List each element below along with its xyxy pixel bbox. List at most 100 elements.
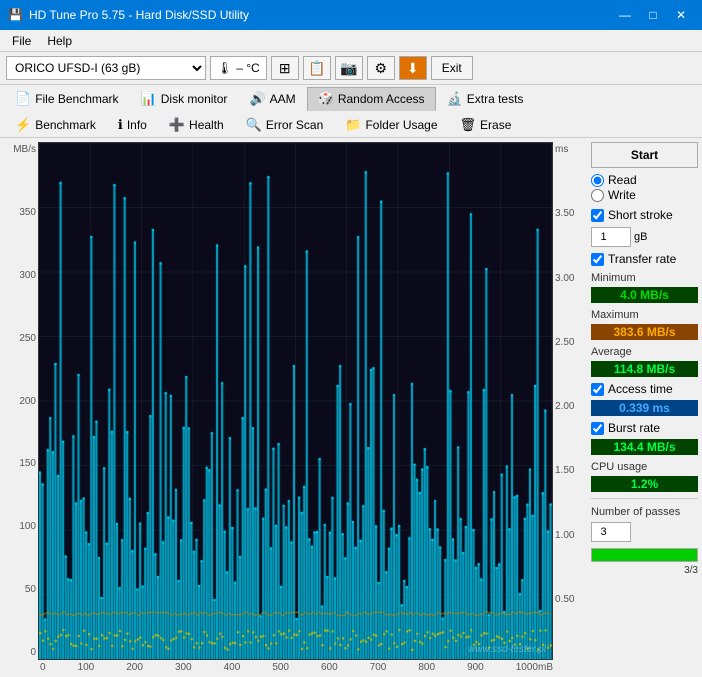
tabs-row-2: ⚡ Benchmark ℹ Info ➕ Health 🔍 Error Scan…: [0, 111, 702, 137]
toolbar: ORICO UFSD-I (63 gB) 🌡 – °C ⊞ 📋 📷 ⚙ ⬇ Ex…: [0, 52, 702, 85]
tabs-row-1: 📄 File Benchmark 📊 Disk monitor 🔊 AAM 🎲 …: [0, 85, 702, 111]
x-label-400: 400: [224, 662, 241, 673]
tab-info[interactable]: ℹ Info: [107, 113, 158, 137]
pass-bar-container: [591, 548, 698, 562]
x-label-500: 500: [272, 662, 289, 673]
write-label: Write: [608, 188, 636, 202]
short-stroke-spinbox[interactable]: [591, 227, 631, 247]
menu-file[interactable]: File: [4, 32, 39, 50]
tab-extra-tests[interactable]: 🔬 Extra tests: [436, 87, 535, 111]
x-label-700: 700: [370, 662, 387, 673]
error-scan-icon: 🔍: [246, 117, 262, 133]
short-stroke-spinbox-row: gB: [591, 227, 698, 247]
tab-random-access[interactable]: 🎲 Random Access: [307, 87, 436, 111]
tab-aam[interactable]: 🔊 AAM: [238, 87, 306, 111]
transfer-rate-checkbox-row[interactable]: Transfer rate: [591, 252, 698, 266]
toolbar-icon-4[interactable]: ⚙: [367, 56, 395, 80]
access-time-label: Access time: [608, 382, 673, 396]
average-value: 114.8 MB/s: [591, 361, 698, 377]
watermark: www.ssd-tester.pl: [468, 644, 546, 655]
tab-disk-monitor[interactable]: 📊 Disk monitor: [130, 87, 239, 111]
drive-selector[interactable]: ORICO UFSD-I (63 gB): [6, 56, 206, 80]
x-label-800: 800: [418, 662, 435, 673]
y-right-050: 0.50: [555, 594, 587, 605]
x-label-300: 300: [175, 662, 192, 673]
maximize-button[interactable]: □: [640, 5, 666, 25]
y-label-50: 50: [4, 584, 36, 595]
y-right-250: 2.50: [555, 337, 587, 348]
y-label-150: 150: [4, 458, 36, 469]
transfer-rate-checkbox[interactable]: [591, 253, 604, 266]
y-right-150: 1.50: [555, 465, 587, 476]
burst-rate-checkbox-row[interactable]: Burst rate: [591, 421, 698, 435]
tab-file-benchmark[interactable]: 📄 File Benchmark: [4, 87, 130, 111]
y-label-250: 250: [4, 333, 36, 344]
app-title: HD Tune Pro 5.75 - Hard Disk/SSD Utility: [29, 8, 249, 22]
toolbar-icon-1[interactable]: ⊞: [271, 56, 299, 80]
folder-usage-icon: 📁: [345, 117, 361, 133]
y-axis-right-title: ms: [555, 144, 587, 155]
tabs-container: 📄 File Benchmark 📊 Disk monitor 🔊 AAM 🎲 …: [0, 85, 702, 138]
tab-error-scan[interactable]: 🔍 Error Scan: [235, 113, 335, 137]
passes-label: Number of passes: [591, 506, 698, 518]
thermometer-icon: 🌡: [217, 61, 232, 75]
menu-help[interactable]: Help: [39, 32, 80, 50]
burst-rate-value: 134.4 MB/s: [591, 439, 698, 455]
y-label-300: 300: [4, 270, 36, 281]
start-button[interactable]: Start: [591, 142, 698, 168]
read-write-radio-group: Read Write: [591, 173, 698, 202]
access-time-value: 0.339 ms: [591, 400, 698, 416]
temperature-display: 🌡 – °C: [210, 56, 267, 80]
x-label-600: 600: [321, 662, 338, 673]
access-time-checkbox[interactable]: [591, 383, 604, 396]
tab-benchmark[interactable]: ⚡ Benchmark: [4, 113, 107, 137]
temp-value: – °C: [236, 61, 259, 75]
tab-disk-monitor-label: Disk monitor: [161, 92, 228, 106]
tab-folder-usage-label: Folder Usage: [365, 118, 437, 132]
tab-erase[interactable]: 🗑 Erase: [449, 113, 523, 137]
random-access-icon: 🎲: [318, 91, 334, 107]
passes-spinbox[interactable]: [591, 522, 631, 542]
tab-erase-label: Erase: [480, 118, 511, 132]
close-button[interactable]: ✕: [668, 5, 694, 25]
tab-health[interactable]: ➕ Health: [158, 113, 235, 137]
tab-random-access-label: Random Access: [338, 92, 425, 106]
tab-health-label: Health: [189, 118, 224, 132]
short-stroke-checkbox[interactable]: [591, 209, 604, 222]
right-panel: Start Read Write Short stroke gB Transfe…: [587, 138, 702, 677]
x-label-1000: 1000mB: [516, 662, 553, 673]
x-label-900: 900: [467, 662, 484, 673]
extra-tests-icon: 🔬: [447, 91, 463, 107]
access-time-checkbox-row[interactable]: Access time: [591, 382, 698, 396]
cpu-usage-label: CPU usage: [591, 461, 698, 473]
tab-file-benchmark-label: File Benchmark: [35, 92, 118, 106]
tab-error-scan-label: Error Scan: [266, 118, 323, 132]
write-radio[interactable]: Write: [591, 188, 698, 202]
app-icon: 💾: [8, 8, 23, 22]
toolbar-icon-2[interactable]: 📋: [303, 56, 331, 80]
short-stroke-label: Short stroke: [608, 208, 673, 222]
health-icon: ➕: [169, 117, 185, 133]
erase-icon: 🗑: [460, 117, 477, 133]
cpu-usage-value: 1.2%: [591, 476, 698, 492]
toolbar-icon-5[interactable]: ⬇: [399, 56, 427, 80]
tab-aam-label: AAM: [270, 92, 296, 106]
menu-bar: File Help: [0, 30, 702, 52]
short-stroke-checkbox-row[interactable]: Short stroke: [591, 208, 698, 222]
minimize-button[interactable]: —: [612, 5, 638, 25]
exit-button[interactable]: Exit: [431, 56, 473, 80]
toolbar-icon-3[interactable]: 📷: [335, 56, 363, 80]
read-radio[interactable]: Read: [591, 173, 698, 187]
tab-folder-usage[interactable]: 📁 Folder Usage: [334, 113, 448, 137]
divider: [591, 498, 698, 499]
read-radio-input[interactable]: [591, 174, 604, 187]
maximum-label: Maximum: [591, 309, 698, 321]
y-axis-left-title: MB/s: [4, 144, 36, 155]
burst-rate-checkbox[interactable]: [591, 422, 604, 435]
y-label-0: 0: [4, 647, 36, 658]
write-radio-input[interactable]: [591, 189, 604, 202]
toolbar-icons: ⊞ 📋 📷 ⚙ ⬇: [271, 56, 427, 80]
tab-extra-tests-label: Extra tests: [467, 92, 524, 106]
y-right-100: 1.00: [555, 530, 587, 541]
short-stroke-unit: gB: [634, 231, 647, 243]
